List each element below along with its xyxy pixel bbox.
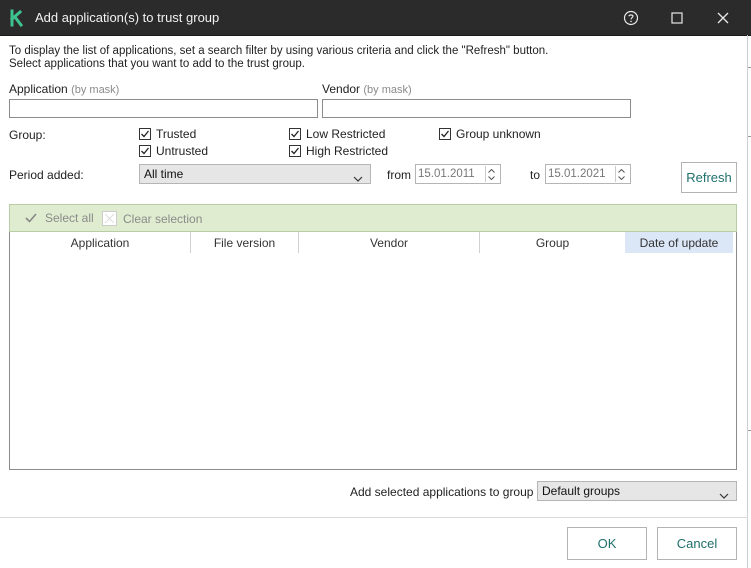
checkbox-trusted[interactable]: Trusted xyxy=(139,127,196,141)
application-label: Application (by mask) xyxy=(9,82,120,96)
column-header-date-of-update[interactable]: Date of update xyxy=(625,232,733,253)
close-icon xyxy=(717,12,729,23)
checkbox-checked-icon xyxy=(139,145,151,157)
checkbox-low-restricted[interactable]: Low Restricted xyxy=(289,127,385,141)
from-date-input[interactable]: 15.01.2011 xyxy=(415,164,501,184)
intro-line-2: Select applications that you want to add… xyxy=(9,58,305,70)
ok-button[interactable]: OK xyxy=(567,527,647,560)
clear-box-icon xyxy=(102,211,117,226)
column-header-group[interactable]: Group xyxy=(480,232,625,253)
period-select[interactable]: All time xyxy=(139,164,371,184)
applications-table[interactable]: Application File version Vendor Group Da… xyxy=(9,232,737,470)
window-edge xyxy=(747,35,748,568)
title-bar: Add application(s) to trust group xyxy=(0,0,751,36)
application-input[interactable] xyxy=(9,99,318,118)
add-to-group-label: Add selected applications to group xyxy=(350,485,534,499)
to-label: to xyxy=(530,168,541,182)
close-button[interactable] xyxy=(700,0,746,35)
vendor-input[interactable] xyxy=(322,99,631,118)
refresh-button[interactable]: Refresh xyxy=(681,162,737,193)
footer-divider xyxy=(0,517,748,518)
help-button[interactable] xyxy=(608,0,654,35)
application-hint: (by mask) xyxy=(71,84,120,96)
spin-up-icon xyxy=(618,169,625,173)
spin-down-icon xyxy=(488,176,495,180)
kaspersky-logo-icon xyxy=(9,9,26,28)
cancel-button[interactable]: Cancel xyxy=(657,527,737,560)
chevron-down-icon xyxy=(353,170,363,188)
checkbox-high-restricted[interactable]: High Restricted xyxy=(289,144,388,158)
clear-selection-button[interactable]: Clear selection xyxy=(102,211,202,226)
checkbox-checked-icon xyxy=(439,128,451,140)
checkmark-icon xyxy=(25,213,37,223)
date-spinner[interactable] xyxy=(615,166,627,182)
intro-line-1: To display the list of applications, set… xyxy=(9,45,549,57)
from-label: from xyxy=(387,168,411,182)
chevron-down-icon xyxy=(719,487,729,505)
vendor-hint: (by mask) xyxy=(363,84,412,96)
spin-up-icon xyxy=(488,169,495,173)
to-date-value: 15.01.2021 xyxy=(548,168,606,180)
checkbox-untrusted[interactable]: Untrusted xyxy=(139,144,208,158)
date-spinner[interactable] xyxy=(485,166,497,182)
select-all-button[interactable]: Select all xyxy=(25,211,94,225)
checkbox-group-unknown[interactable]: Group unknown xyxy=(439,127,541,141)
group-label: Group: xyxy=(9,128,46,142)
checkbox-checked-icon xyxy=(289,128,301,140)
spin-down-icon xyxy=(618,176,625,180)
checkbox-checked-icon xyxy=(139,128,151,140)
help-icon xyxy=(623,10,639,25)
checkbox-checked-icon xyxy=(289,145,301,157)
from-date-value: 15.01.2011 xyxy=(418,168,475,180)
window-title: Add application(s) to trust group xyxy=(35,10,220,25)
vendor-label: Vendor (by mask) xyxy=(322,82,412,96)
maximize-icon xyxy=(671,11,683,24)
intro-text: To display the list of applications, set… xyxy=(9,45,548,71)
column-header-file-version[interactable]: File version xyxy=(191,232,299,253)
target-group-select[interactable]: Default groups xyxy=(537,481,737,501)
column-header-application[interactable]: Application xyxy=(10,232,191,253)
maximize-button[interactable] xyxy=(654,0,700,35)
period-select-value: All time xyxy=(144,167,184,181)
selection-toolbar: Select all Clear selection xyxy=(9,204,737,232)
column-header-vendor[interactable]: Vendor xyxy=(299,232,480,253)
period-label: Period added: xyxy=(9,168,84,182)
to-date-input[interactable]: 15.01.2021 xyxy=(545,164,631,184)
target-group-value: Default groups xyxy=(542,484,621,498)
